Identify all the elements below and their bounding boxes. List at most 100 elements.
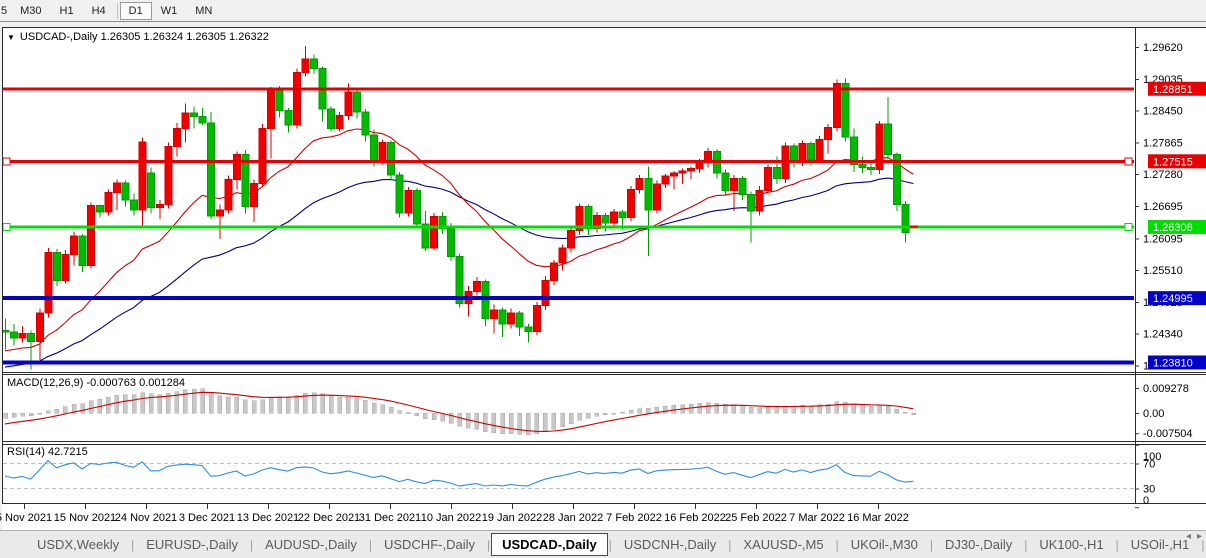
candle-body <box>542 280 549 305</box>
candle-body <box>473 282 480 292</box>
macd-bar <box>372 403 376 413</box>
rsi-indicator-label: RSI(14) 42.7215 <box>7 446 88 458</box>
macd-bar <box>235 397 239 413</box>
tab-eurusd-daily[interactable]: EURUSD-,Daily <box>135 534 249 555</box>
timeframe-button-5[interactable]: 5 <box>0 3 11 19</box>
tab-dj30-daily[interactable]: DJ30-,Daily <box>934 534 1023 555</box>
timeframe-button-d1[interactable]: D1 <box>120 2 152 20</box>
timeframe-button-m30[interactable]: M30 <box>11 3 50 19</box>
price-badge-123810: 1.23810 <box>1148 355 1206 369</box>
price-badge-text: 1.24995 <box>1153 293 1193 305</box>
toolbar-divider <box>117 3 118 19</box>
timeframe-button-w1[interactable]: W1 <box>152 3 187 19</box>
price-badge-124995: 1.24995 <box>1148 291 1206 305</box>
macd-bar <box>55 409 59 413</box>
date-tick-label: 3 Dec 2021 <box>179 512 235 524</box>
macd-bar <box>852 404 856 413</box>
date-tick-label: 25 Feb 2022 <box>725 512 787 524</box>
candle-body <box>722 173 729 190</box>
candle-body <box>165 146 172 204</box>
hline-drag-handle[interactable] <box>1125 158 1132 165</box>
price-tick-label: 1.26695 <box>1143 201 1183 213</box>
candle-body <box>859 164 866 167</box>
candle-body <box>62 254 69 280</box>
candle-body <box>122 183 129 200</box>
macd-bar <box>638 409 642 413</box>
tab-scroll-right-button[interactable]: ▸ <box>1197 531 1202 542</box>
macd-bar <box>89 401 93 413</box>
candle-body <box>773 168 780 179</box>
candle-body <box>602 215 609 223</box>
tab-ukoil-m30[interactable]: UKOil-,M30 <box>840 534 929 555</box>
macd-bar <box>406 413 410 414</box>
timeframe-toolbar: 5M30H1H4 D1W1MN <box>0 0 1206 22</box>
candle-body <box>559 248 566 263</box>
candle-body <box>808 144 815 160</box>
tab-scroll-left-button[interactable]: ◂ <box>1186 531 1191 542</box>
macd-bar <box>621 412 625 413</box>
macd-bar <box>278 397 282 413</box>
macd-bar <box>423 413 427 419</box>
macd-bar <box>63 407 67 413</box>
macd-bar <box>783 406 787 413</box>
macd-bar <box>706 403 710 413</box>
price-badge-127515: 1.27515 <box>1148 154 1206 168</box>
candle <box>242 150 249 214</box>
candle <box>259 124 266 186</box>
macd-bar <box>329 396 333 413</box>
timeframe-button-h4[interactable]: H4 <box>83 3 115 19</box>
candle <box>336 112 343 132</box>
candle-body <box>233 155 240 180</box>
candle-body <box>88 206 95 266</box>
tab-usdcad-daily[interactable]: USDCAD-,Daily <box>491 533 608 556</box>
macd-bar <box>141 393 145 413</box>
tab-usdcnh-daily[interactable]: USDCNH-,Daily <box>613 534 727 555</box>
macd-bar <box>758 408 762 413</box>
macd-bar <box>518 413 522 434</box>
hline-drag-handle[interactable] <box>3 158 10 165</box>
tab-usdchf-daily[interactable]: USDCHF-,Daily <box>373 534 486 555</box>
macd-bar <box>535 413 539 434</box>
price-badge-text: 1.28851 <box>1153 84 1193 96</box>
tab-xauusd-m5[interactable]: XAUUSD-,M5 <box>732 534 834 555</box>
price-badge-text: 1.27515 <box>1153 156 1193 168</box>
macd-bar <box>509 413 513 434</box>
hline-drag-handle[interactable] <box>3 223 10 230</box>
chart-canvas[interactable]: 1.296201.290351.284501.278651.272801.266… <box>0 0 1206 558</box>
candle <box>165 143 172 209</box>
candle <box>105 189 112 215</box>
candle-body <box>182 113 189 128</box>
hline-drag-handle[interactable] <box>1125 223 1132 230</box>
chart-dropdown-icon[interactable]: ▼ <box>7 33 15 42</box>
candle-body <box>216 210 223 216</box>
date-tick-label: 15 Nov 2021 <box>54 512 116 524</box>
macd-bar <box>432 413 436 420</box>
price-tick-label: 1.25510 <box>1143 265 1183 277</box>
macd-bar <box>252 401 256 413</box>
tab-usdx-weekly[interactable]: USDX,Weekly <box>26 534 130 555</box>
macd-bar <box>355 398 359 413</box>
candle-body <box>353 92 360 112</box>
candle <box>765 164 772 194</box>
price-tick-label: 1.28450 <box>1143 106 1183 118</box>
candle <box>45 248 52 318</box>
candle-body <box>71 236 78 254</box>
chart-tab-bar: USDX,Weekly|EURUSD-,Daily|AUDUSD-,Daily|… <box>0 530 1206 558</box>
chart-window <box>2 27 1206 530</box>
tab-audusd-daily[interactable]: AUDUSD-,Daily <box>254 534 368 555</box>
price-badge-128851: 1.28851 <box>1148 82 1206 96</box>
candle-body <box>628 189 635 217</box>
macd-bar <box>226 397 230 413</box>
timeframe-button-mn[interactable]: MN <box>186 3 221 19</box>
candle-body <box>396 175 403 213</box>
macd-bar <box>775 408 779 413</box>
candle-body <box>311 59 318 69</box>
tab-uk100-h1[interactable]: UK100-,H1 <box>1028 534 1114 555</box>
candle-body <box>11 332 18 338</box>
macd-bar <box>732 405 736 413</box>
date-tick-label: 31 Dec 2021 <box>359 512 421 524</box>
candle-body <box>585 207 592 229</box>
candle-body <box>902 204 909 232</box>
candle-body <box>131 200 138 210</box>
timeframe-button-h1[interactable]: H1 <box>51 3 83 19</box>
